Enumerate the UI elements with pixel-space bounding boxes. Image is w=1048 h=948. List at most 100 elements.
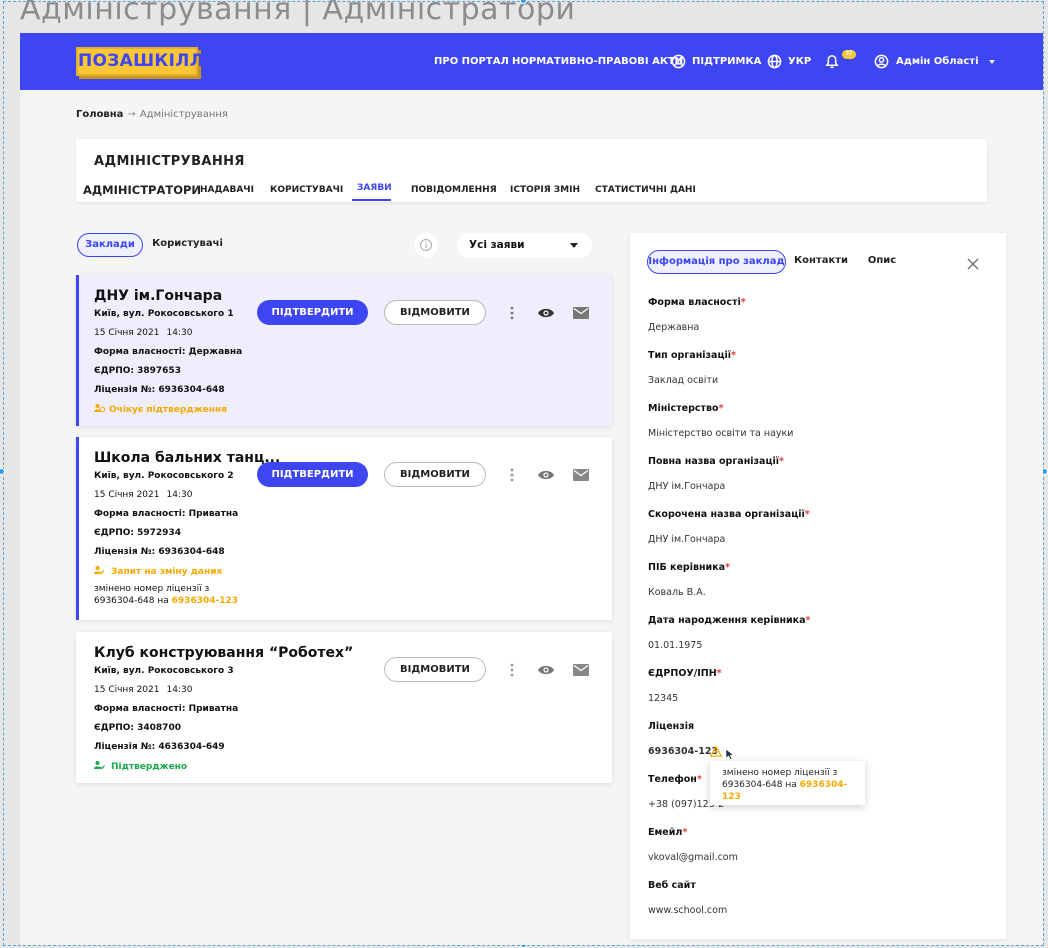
- bell-icon: [825, 55, 839, 69]
- top-header: ПОЗАШКІЛЛЯ ПРО ПОРТАЛ НОРМАТИВНО-ПРАВОВІ…: [20, 33, 1043, 90]
- frame-handle[interactable]: [0, 468, 5, 475]
- user-circle-icon: [874, 54, 889, 69]
- info-icon: [420, 239, 432, 251]
- more-options-icon[interactable]: [503, 304, 521, 322]
- field-label-website: Веб сайт: [648, 880, 696, 891]
- change-note-detail: 6936304-648 на 6936304-123: [94, 596, 239, 606]
- globe-icon: [767, 54, 782, 69]
- field-label-org-type: Тип організації*: [648, 350, 736, 361]
- reject-button[interactable]: ВІДМОВИТИ: [384, 300, 486, 325]
- detail-tab-contacts[interactable]: Контакти: [790, 250, 852, 274]
- field-label-ministry: Міністерство*: [648, 403, 724, 414]
- field-value-edrpou: 12345: [648, 693, 679, 704]
- page-title: АДМІНІСТРУВАННЯ: [94, 154, 245, 169]
- field-value-ownership: Державна: [648, 322, 700, 333]
- app-window: ПОЗАШКІЛЛЯ ПРО ПОРТАЛ НОРМАТИВНО-ПРАВОВІ…: [20, 33, 1043, 945]
- reject-button[interactable]: ВІДМОВИТИ: [384, 657, 486, 682]
- license-number: Ліцензія №: 6936304-648: [94, 385, 225, 395]
- institution-address: Київ, вул. Рокосовського 1: [94, 309, 234, 319]
- field-value-short-name: ДНУ ім.Гончара: [648, 534, 726, 545]
- field-label-license: Ліцензія: [648, 721, 695, 732]
- user-menu[interactable]: Адмін Області: [874, 33, 995, 90]
- detail-tab-description[interactable]: Опис: [859, 250, 905, 274]
- filter-users[interactable]: Користувачі: [150, 233, 225, 257]
- edrpo-code: ЄДРПО: 3408700: [94, 723, 181, 733]
- tab-users[interactable]: КОРИСТУВАЧІ: [270, 185, 343, 195]
- tab-administrators[interactable]: АДМІНІСТРАТОРИ: [83, 183, 201, 197]
- field-value-email: vkoval@gmail.com: [648, 852, 738, 863]
- institution-name: Школа бальних танц...: [94, 450, 281, 466]
- ownership-form: Форма власності: Приватна: [94, 704, 239, 714]
- tab-messages[interactable]: ПОВІДОМЛЕННЯ: [411, 185, 497, 195]
- user-check-icon: [94, 761, 105, 770]
- field-label-email: Емейл*: [648, 827, 688, 838]
- breadcrumb-home[interactable]: Головна: [76, 109, 123, 120]
- institution-name: Клуб конструювання “Роботех”: [94, 645, 354, 661]
- nav-support[interactable]: ПІДТРИМКА: [671, 33, 761, 90]
- language-switcher[interactable]: УКР: [767, 33, 811, 90]
- nav-support-label: ПІДТРИМКА: [692, 56, 762, 67]
- chevron-down-icon: [988, 59, 995, 64]
- eye-icon[interactable]: [537, 304, 555, 322]
- user-edit-icon: [94, 566, 105, 574]
- user-name: Адмін Області: [896, 56, 979, 67]
- tooltip-line: 6936304-648 на 6936304-123: [722, 780, 848, 802]
- status-badge: Очікує підтвердження: [94, 403, 227, 415]
- tab-providers[interactable]: НАДАВАЧІ: [200, 185, 254, 195]
- status-filter-value: Усі заяви: [469, 239, 525, 251]
- chevron-down-icon: [570, 243, 578, 248]
- field-label-ownership: Форма власності*: [648, 297, 746, 308]
- ownership-form: Форма власності: Приватна: [94, 509, 239, 519]
- notifications-button[interactable]: [825, 33, 839, 90]
- breadcrumb: Головна → Адміністрування: [76, 109, 228, 120]
- field-value-ministry: Міністерство освіти та науки: [648, 428, 794, 439]
- approve-button[interactable]: ПІДТВЕРДИТИ: [257, 300, 368, 325]
- field-value-full-name: ДНУ ім.Гончара: [648, 481, 726, 492]
- more-options-icon[interactable]: [503, 466, 521, 484]
- reject-button[interactable]: ВІДМОВИТИ: [384, 462, 486, 487]
- approve-button[interactable]: ПІДТВЕРДИТИ: [257, 462, 368, 487]
- close-icon[interactable]: [964, 255, 982, 273]
- selected-indicator: [76, 275, 79, 426]
- notification-badge: 37: [842, 50, 856, 59]
- application-card[interactable]: ДНУ ім.Гончара Київ, вул. Рокосовського …: [76, 275, 612, 426]
- mail-icon[interactable]: [572, 304, 590, 322]
- user-pending-icon: [94, 404, 106, 413]
- license-number: Ліцензія №: 4636304-649: [94, 742, 225, 752]
- mail-icon[interactable]: [572, 466, 590, 484]
- application-card[interactable]: Школа бальних танц... Київ, вул. Рокосов…: [76, 437, 612, 620]
- eye-icon[interactable]: [537, 466, 555, 484]
- field-value-director-dob: 01.01.1975: [648, 640, 703, 651]
- field-value-org-type: Заклад освіти: [648, 375, 719, 386]
- logo[interactable]: ПОЗАШКІЛЛЯ: [76, 47, 217, 76]
- change-note: змінено номер ліцензії з: [94, 584, 210, 594]
- application-card[interactable]: Клуб конструювання “Роботех” Київ, вул. …: [76, 632, 612, 783]
- institution-name: ДНУ ім.Гончара: [94, 288, 223, 304]
- lifebuoy-icon: [671, 54, 686, 69]
- tab-statistics[interactable]: СТАТИСТИЧНІ ДАНІ: [595, 185, 696, 195]
- mail-icon[interactable]: [572, 661, 590, 679]
- field-label-phone: Телефон*: [648, 774, 702, 785]
- detail-tab-info[interactable]: Інформація про заклад: [647, 250, 786, 274]
- ownership-form: Форма власності: Державна: [94, 347, 243, 357]
- nav-legal[interactable]: НОРМАТИВНО-ПРАВОВІ АКТИ: [512, 33, 683, 90]
- institution-address: Київ, вул. Рокосовського 3: [94, 666, 234, 676]
- more-options-icon[interactable]: [503, 661, 521, 679]
- institution-address: Київ, вул. Рокосовського 2: [94, 471, 234, 481]
- info-button[interactable]: [414, 233, 438, 257]
- field-label-short-name: Скорочена назва організації*: [648, 509, 810, 520]
- edrpo-code: ЄДРПО: 3897653: [94, 366, 181, 376]
- tab-change-history[interactable]: ІСТОРІЯ ЗМІН: [510, 185, 580, 195]
- breadcrumb-arrow-icon: →: [127, 109, 136, 120]
- frame-title: Адміністрування | Адміністратори: [20, 0, 576, 27]
- language-label: УКР: [788, 56, 812, 67]
- field-label-edrpou: ЄДРПОУ/ІПН*: [648, 668, 722, 679]
- field-value-website: www.school.com: [648, 905, 728, 916]
- field-label-director-dob: Дата народження керівника*: [648, 615, 811, 626]
- nav-about[interactable]: ПРО ПОРТАЛ: [434, 33, 509, 90]
- filter-institutions[interactable]: Заклади: [77, 233, 143, 257]
- tab-applications[interactable]: ЗАЯВИ: [357, 183, 392, 193]
- status-filter-select[interactable]: Усі заяви: [457, 233, 592, 258]
- field-label-full-name: Повна назва організації*: [648, 456, 784, 467]
- eye-icon[interactable]: [537, 661, 555, 679]
